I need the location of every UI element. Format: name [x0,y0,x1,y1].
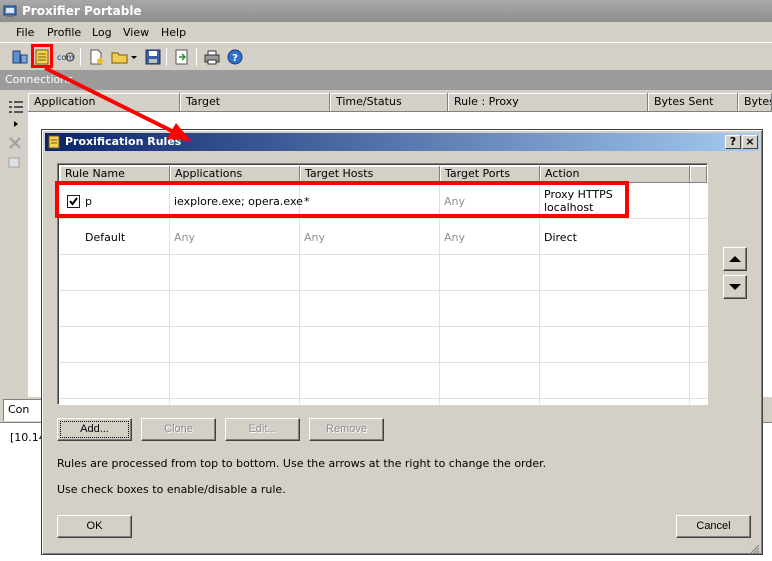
rules-checkbox-info: Use check boxes to enable/disable a rule… [57,483,286,496]
grid-line [60,398,707,399]
tab-connections-label: Con [8,403,30,416]
close-connection-icon[interactable] [8,136,22,150]
rule-applications: Any [174,231,196,244]
menu-view[interactable]: View [123,26,149,39]
toolbar-separator [80,48,81,66]
column-spacer [690,166,707,183]
save-profile-icon[interactable] [143,47,163,67]
grid-line [60,290,707,291]
menu-bar: File Profile Log View Help [0,22,772,42]
rule-row[interactable]: Default Any Any Any Direct [60,219,707,254]
print-icon[interactable] [202,47,222,67]
expand-arrow-icon[interactable] [12,120,20,128]
rule-action: Direct [544,231,577,244]
column-rule-proxy[interactable]: Rule : Proxy [448,93,648,112]
highlight-box-rule-row [55,181,629,218]
dialog-title-bar: Proxification Rules ? × [45,133,759,151]
arrow-up-icon [729,256,741,262]
menu-file[interactable]: File [16,26,34,39]
column-time-status[interactable]: Time/Status [330,93,448,112]
resize-grip-icon[interactable] [748,542,760,554]
column-bytes-sent[interactable]: Bytes Sent [648,93,738,112]
name-resolution-icon[interactable]: com [56,47,76,67]
dialog-title: Proxification Rules [65,135,182,148]
column-target[interactable]: Target [180,93,330,112]
connections-table-header: Application Target Time/Status Rule : Pr… [28,93,772,112]
grid-line [60,254,707,255]
grid-line [60,326,707,327]
toolbar: com ? [0,42,772,70]
remove-rule-button[interactable]: Remove [309,418,384,441]
close-button[interactable]: × [742,135,758,149]
column-application[interactable]: Application [28,93,180,112]
toolbar-separator [196,48,197,66]
chevron-down-icon[interactable] [128,47,140,67]
add-rule-button[interactable]: Add... [57,418,132,441]
open-profile-icon[interactable] [110,47,130,67]
rules-order-info: Rules are processed from top to bottom. … [57,457,547,470]
new-profile-icon[interactable] [86,47,106,67]
rule-target-hosts: Any [304,231,326,244]
tab-connections[interactable]: Con [3,399,45,421]
move-up-button[interactable] [723,247,747,271]
connections-header: Connections [0,70,772,90]
edit-rule-button[interactable]: Edit... [225,418,300,441]
svg-text:?: ? [232,53,238,64]
proxification-rules-icon [48,135,60,149]
move-down-button[interactable] [723,275,747,299]
help-button[interactable]: ? [725,135,741,149]
window-title: Proxifier Portable [0,0,772,22]
clone-rule-button[interactable]: Clone [141,418,216,441]
arrow-down-icon [729,284,741,290]
rule-name: Default [85,231,126,244]
proxy-servers-icon[interactable] [10,47,30,67]
highlight-box-toolbar [31,44,53,68]
cancel-button[interactable]: Cancel [676,515,751,538]
connections-side-toolbar [0,92,28,397]
help-icon[interactable]: ? [225,47,245,67]
menu-log[interactable]: Log [92,26,112,39]
rule-target-ports: Any [444,231,466,244]
ok-button[interactable]: OK [57,515,132,538]
column-bytes-received[interactable]: Bytes [738,93,772,112]
grid-line [60,362,707,363]
toolbar-separator [166,48,167,66]
details-icon[interactable] [8,156,22,170]
export-icon[interactable] [172,47,192,67]
menu-profile[interactable]: Profile [47,26,81,39]
menu-help[interactable]: Help [161,26,186,39]
list-view-icon[interactable] [8,100,24,114]
proxifier-app-icon [3,5,17,17]
